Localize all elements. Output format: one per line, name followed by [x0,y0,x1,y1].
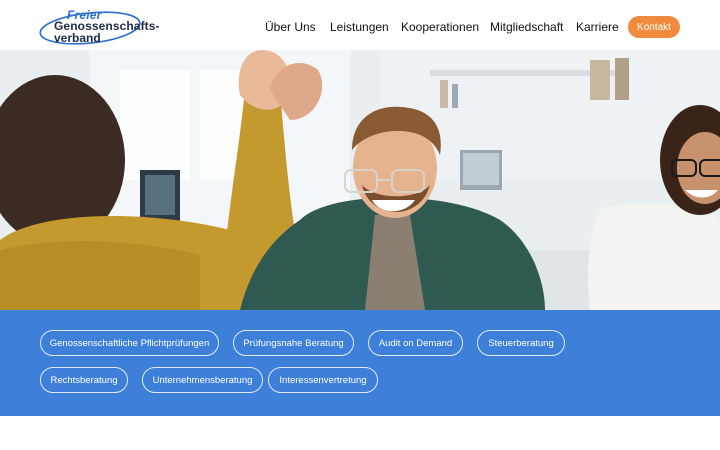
service-pill-audit-on-demand[interactable]: Audit on Demand [368,330,463,356]
logo-line-3: verband [54,31,101,45]
content-area [0,416,720,450]
service-pill-unternehmensberatung[interactable]: Unternehmensberatung [142,367,263,393]
nav-item-ueber-uns[interactable]: Über Uns [265,20,316,34]
service-pill-rechtsberatung[interactable]: Rechtsberatung [40,367,128,393]
nav-item-leistungen[interactable]: Leistungen [330,20,389,34]
service-pill-pflichtpruefungen[interactable]: Genossenschaftliche Pflichtprüfungen [40,330,219,356]
service-pill-interessenvertretung[interactable]: Interessenvertretung [268,367,378,393]
nav-item-mitgliedschaft[interactable]: Mitgliedschaft [490,20,563,34]
nav-item-karriere[interactable]: Karriere [576,20,619,34]
site-header: Freier Genossenschafts- verband Über Uns… [0,0,720,50]
hero-image [0,50,720,310]
contact-button[interactable]: Kontakt [628,16,680,38]
hero-photo-illustration [0,50,720,310]
logo[interactable]: Freier Genossenschafts- verband [38,6,168,46]
nav-item-kooperationen[interactable]: Kooperationen [401,20,479,34]
service-pill-steuerberatung[interactable]: Steuerberatung [477,330,565,356]
services-band: Genossenschaftliche Pflichtprüfungen Prü… [0,310,720,416]
service-pill-pruefungsnahe-beratung[interactable]: Prüfungsnahe Beratung [233,330,354,356]
